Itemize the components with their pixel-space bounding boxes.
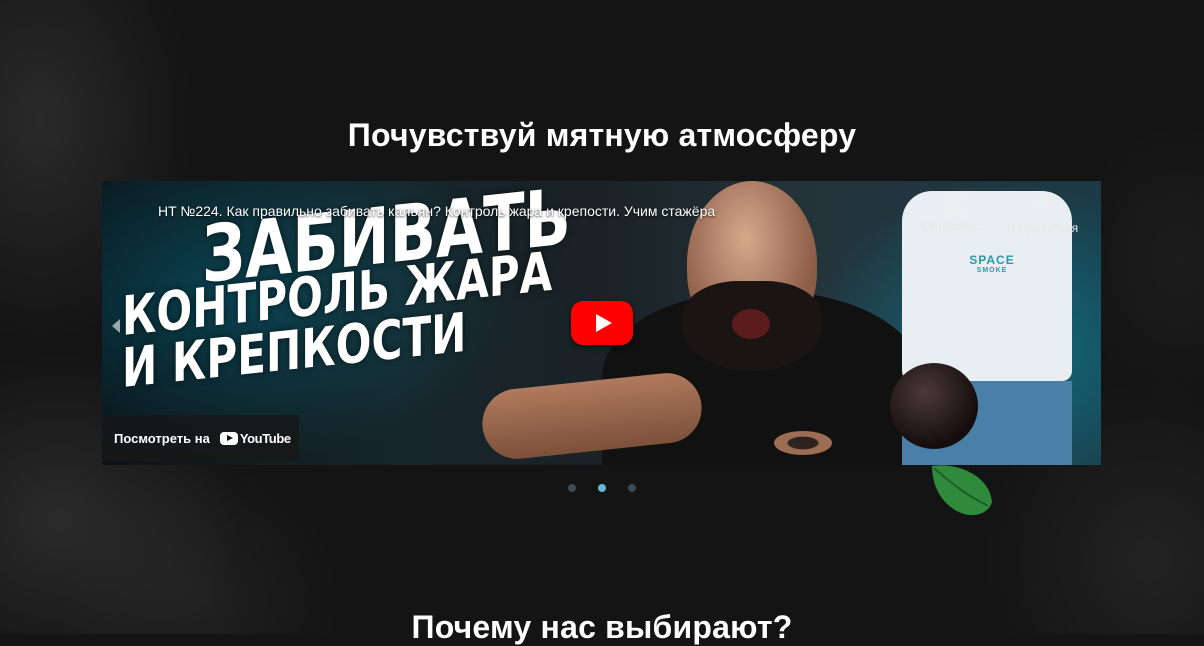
share-button[interactable]: Поделиться — [1005, 193, 1085, 235]
carousel-dots — [0, 479, 1204, 497]
clock-icon — [945, 193, 965, 213]
carousel-dot[interactable] — [567, 484, 576, 492]
share-icon — [1034, 193, 1056, 215]
video-embed[interactable]: SPACE SMOKE ЗАБИВАТЬ КОНТРОЛЬ ЖАРА И КРЕ… — [102, 181, 1101, 465]
share-label: Поделиться — [1011, 221, 1079, 235]
watch-on-youtube-button[interactable]: Посмотреть на YouTube — [102, 415, 299, 461]
watch-on-label: Посмотреть на — [114, 430, 210, 446]
play-icon[interactable] — [571, 301, 633, 345]
youtube-logo-icon: YouTube — [219, 431, 291, 446]
carousel-dot-active[interactable] — [598, 484, 606, 492]
section-title-why-us: Почему нас выбирают? — [411, 608, 793, 645]
carousel-prev-icon[interactable] — [112, 319, 120, 333]
video-title[interactable]: HT №224. Как правильно забивать кальян? … — [158, 203, 715, 219]
tobacco-bowl — [774, 431, 832, 455]
hookah-bowl-ball — [890, 363, 978, 449]
watch-later-label: Смотреть ... — [921, 219, 989, 233]
shirt-logo: SPACE SMOKE — [969, 253, 1015, 274]
watch-later-button[interactable]: Смотреть ... — [915, 193, 995, 233]
carousel-dot[interactable] — [628, 484, 637, 492]
mint-leaf-icon — [932, 465, 992, 516]
section-title-atmosphere: Почувствуй мятную атмосферу — [347, 116, 857, 153]
